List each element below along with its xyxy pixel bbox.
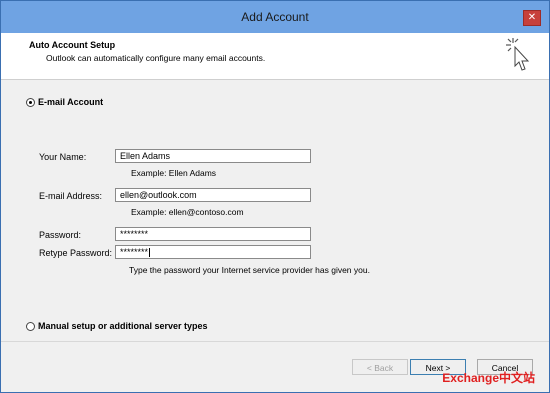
password-field[interactable]: ******** (115, 227, 311, 241)
email-account-radio[interactable] (26, 98, 35, 107)
header-panel: Auto Account Setup Outlook can automatic… (1, 33, 549, 80)
retype-password-value: ******** (120, 247, 149, 257)
retype-password-field[interactable]: ******** (115, 245, 311, 259)
close-button[interactable]: ✕ (523, 10, 541, 26)
window-title: Add Account (241, 10, 309, 24)
header-subtitle: Outlook can automatically configure many… (46, 53, 266, 63)
your-name-example: Example: Ellen Adams (131, 168, 217, 178)
title-bar[interactable]: Add Account ✕ (1, 1, 549, 33)
header-title: Auto Account Setup (29, 40, 116, 50)
back-button[interactable]: < Back (352, 359, 408, 375)
add-account-dialog: Add Account ✕ Auto Account Setup Outlook… (0, 0, 550, 393)
manual-setup-label[interactable]: Manual setup or additional server types (38, 321, 208, 331)
your-name-label: Your Name: (39, 152, 87, 162)
watermark-text: Exchange中文站 (442, 371, 535, 385)
email-address-label: E-mail Address: (39, 191, 103, 201)
manual-setup-radio[interactable] (26, 322, 35, 331)
your-name-field[interactable]: Ellen Adams (115, 149, 311, 163)
email-address-field[interactable]: ellen@outlook.com (115, 188, 311, 202)
cursor-click-icon (506, 38, 530, 71)
password-hint: Type the password your Internet service … (129, 265, 370, 275)
retype-password-label: Retype Password: (39, 248, 113, 258)
password-label: Password: (39, 230, 82, 240)
footer-divider (1, 341, 549, 342)
email-account-label[interactable]: E-mail Account (38, 97, 103, 107)
email-address-example: Example: ellen@contoso.com (131, 207, 244, 217)
text-caret (149, 248, 151, 258)
